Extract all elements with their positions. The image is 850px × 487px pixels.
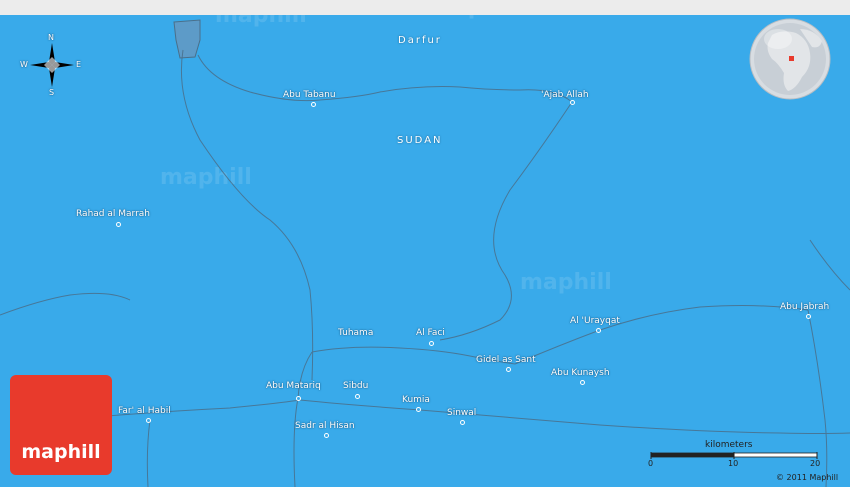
place-label[interactable]: Far' al Habil — [118, 406, 171, 416]
place-marker[interactable] — [311, 102, 316, 107]
copyright-text: © 2011 Maphill — [776, 473, 839, 482]
country-label: SUDAN — [397, 135, 443, 146]
place-marker[interactable] — [429, 341, 434, 346]
place-label[interactable]: Gidel as Sant — [476, 355, 536, 365]
place-marker[interactable] — [416, 407, 421, 412]
place-marker[interactable] — [355, 394, 360, 399]
place-label[interactable]: Al 'Urayqat — [570, 316, 620, 326]
place-label[interactable]: Abu Matariq — [266, 381, 321, 391]
compass-west: W — [20, 60, 28, 69]
place-label[interactable]: Rahad al Marrah — [76, 209, 150, 219]
place-marker[interactable] — [506, 367, 511, 372]
globe-locator-icon — [749, 18, 831, 100]
place-marker[interactable] — [460, 420, 465, 425]
compass-north: N — [48, 33, 54, 42]
region-label: Darfur — [398, 35, 442, 46]
place-label[interactable]: Abu Tabanu — [283, 90, 336, 100]
compass-rose-icon — [30, 43, 74, 87]
route-line — [297, 351, 313, 399]
route-line — [439, 101, 573, 341]
place-label[interactable]: Abu Kunaysh — [551, 368, 610, 378]
place-label[interactable]: Sibdu — [343, 381, 368, 391]
scale-tick-label: 10 — [728, 459, 739, 468]
place-label[interactable]: Kumia — [402, 395, 430, 405]
place-label[interactable]: 'Ajab Allah — [541, 90, 589, 100]
place-marker[interactable] — [596, 328, 601, 333]
place-marker[interactable] — [580, 380, 585, 385]
scale-tick-label: 0 — [648, 459, 654, 468]
maphill-logo[interactable]: maphill — [10, 375, 112, 475]
place-label[interactable]: Sadr al Hisan — [295, 421, 355, 431]
place-marker[interactable] — [806, 314, 811, 319]
scale-tick-label: 20 — [810, 459, 821, 468]
scale-bar — [650, 452, 818, 459]
compass-east: E — [76, 60, 82, 69]
route-line — [0, 292, 131, 316]
logo-text: maphill — [21, 441, 101, 463]
place-label[interactable]: Tuhama — [338, 328, 373, 338]
compass-south: S — [49, 88, 55, 97]
scale-unit-label: kilometers — [705, 440, 753, 450]
place-marker[interactable] — [146, 418, 151, 423]
place-label[interactable]: Sinwal — [447, 408, 476, 418]
place-marker[interactable] — [324, 433, 329, 438]
route-line — [809, 239, 850, 291]
lake-shape — [173, 19, 201, 59]
route-line — [146, 419, 151, 487]
route-line — [514, 305, 809, 365]
place-marker[interactable] — [296, 396, 301, 401]
place-marker[interactable] — [570, 100, 575, 105]
route-line — [197, 54, 573, 103]
place-marker[interactable] — [116, 222, 121, 227]
place-label[interactable]: Abu Jabrah — [780, 302, 829, 312]
route-line — [293, 397, 299, 487]
place-label[interactable]: Al Faci — [416, 328, 445, 338]
